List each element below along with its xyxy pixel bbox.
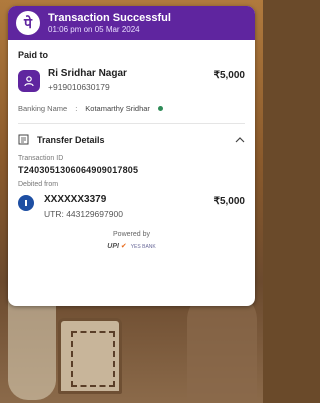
document-icon [18, 134, 29, 145]
transaction-id[interactable]: T2403051306064909017805 [18, 165, 245, 175]
debited-account-row: XXXXXX3379 UTR: 443129697900 ₹5,000 [18, 194, 245, 219]
background-decor [8, 300, 56, 400]
divider [18, 123, 245, 124]
header-text: Transaction Successful 01:06 pm on 05 Ma… [48, 12, 171, 35]
banking-name-row: Banking Name : Kotamarthy Sridhar [18, 104, 245, 113]
banking-name-label: Banking Name [18, 104, 68, 113]
bank-info: XXXXXX3379 UTR: 443129697900 [44, 194, 214, 219]
debited-from-label: Debited from [18, 181, 59, 188]
upi-bank-text: YES BANK [130, 244, 156, 250]
user-icon [18, 70, 40, 92]
verified-dot-icon [157, 106, 163, 111]
transfer-details-toggle[interactable]: Transfer Details [18, 134, 245, 145]
paid-to-label: Paid to [18, 50, 49, 60]
header-bar: पे Transaction Successful 01:06 pm on 05… [8, 6, 255, 40]
debited-amount: ₹5,000 [213, 196, 245, 207]
chevron-up-icon[interactable] [235, 136, 245, 143]
background-decor [58, 318, 122, 394]
transaction-id-label: Transaction ID [18, 155, 64, 162]
upi-tick-icon: ✔ [120, 243, 127, 250]
background-decor [187, 290, 257, 400]
bank-icon [18, 195, 34, 211]
transaction-card: पे Transaction Successful 01:06 pm on 05… [8, 6, 255, 306]
status-title: Transaction Successful [48, 11, 171, 24]
phonepe-logo-icon: पे [16, 11, 40, 35]
paid-amount: ₹5,000 [213, 70, 245, 81]
transfer-details-title: Transfer Details [37, 134, 105, 145]
payee-name: Ri Sridhar Nagar [48, 68, 127, 79]
utr-number[interactable]: UTR: 443129697900 [44, 209, 214, 219]
banking-name-value: Kotamarthy Sridhar [85, 104, 150, 113]
payee-phone: +919010630179 [48, 82, 110, 92]
status-timestamp: 01:06 pm on 05 Mar 2024 [48, 24, 140, 34]
upi-logo-text: UPI [107, 243, 119, 250]
account-number: XXXXXX3379 [44, 194, 107, 205]
powered-by-label: Powered by [113, 231, 150, 238]
upi-logo: UPI ✔ YES BANK [18, 242, 245, 250]
payee-row[interactable]: Ri Sridhar Nagar +919010630179 ₹5,000 [18, 68, 245, 92]
paid-to-section: Paid to Ri Sridhar Nagar +919010630179 ₹… [8, 40, 255, 250]
banking-separator: : [75, 104, 78, 113]
payee-info: Ri Sridhar Nagar +919010630179 [48, 68, 214, 92]
